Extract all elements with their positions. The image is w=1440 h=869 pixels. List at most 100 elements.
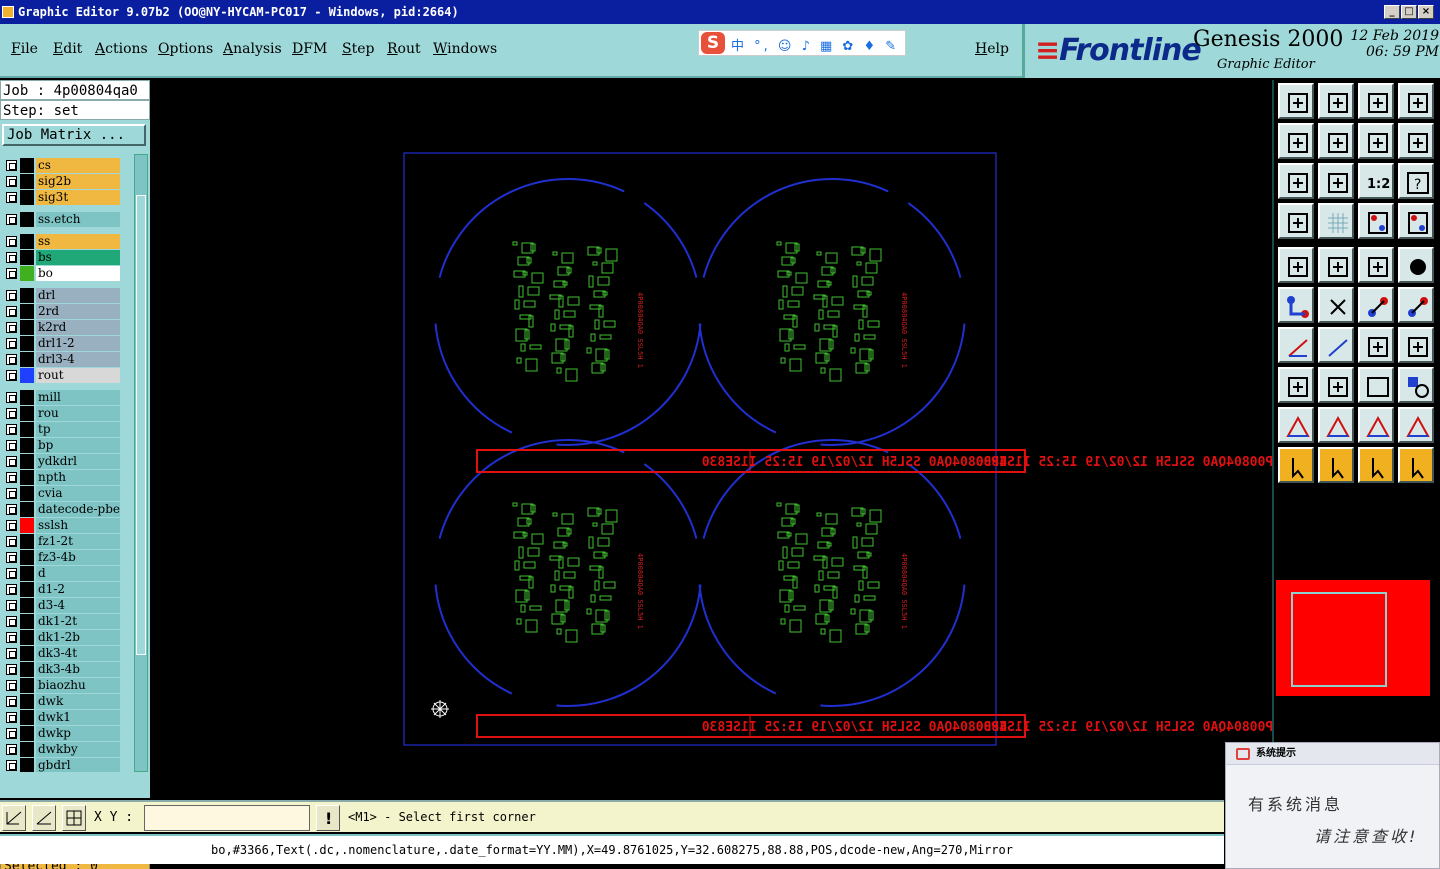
layer-color-swatch[interactable] (20, 336, 34, 351)
layer-checkbox[interactable] (6, 712, 17, 723)
menu-help[interactable]: Help (975, 41, 1009, 57)
layer-checkbox[interactable] (6, 504, 17, 515)
triangle-fill-icon[interactable] (1358, 407, 1394, 443)
layer-checkbox[interactable] (6, 192, 17, 203)
layer-name[interactable]: datecode-pbe (36, 502, 120, 517)
layer-name[interactable]: fz3-4b (36, 550, 120, 565)
layer-name[interactable]: sig3t (36, 190, 120, 205)
layer-row-d[interactable]: d (2, 566, 120, 581)
minimize-button[interactable]: _ (1384, 5, 1400, 19)
layer-row-dwk1[interactable]: dwk1 (2, 710, 120, 725)
layer-checkbox[interactable] (6, 392, 17, 403)
measure-button[interactable] (32, 805, 56, 831)
zoom-1to2-icon[interactable]: 1:2 (1358, 163, 1394, 199)
scrollbar-thumb[interactable] (136, 195, 146, 655)
layer-color-swatch[interactable] (20, 678, 34, 693)
layer-name[interactable]: k2rd (36, 320, 120, 335)
undo-zoom-icon[interactable] (1358, 123, 1394, 159)
layer-color-swatch[interactable] (20, 422, 34, 437)
triangle-icon[interactable] (1278, 407, 1314, 443)
feature-edit-icon[interactable] (1318, 247, 1354, 283)
layer-row-sslsh[interactable]: sslsh (2, 518, 120, 533)
layer-color-swatch[interactable] (20, 438, 34, 453)
layer-row-dk3-4b[interactable]: dk3-4b (2, 662, 120, 677)
select-chain-icon[interactable] (1398, 447, 1434, 483)
layer-row-dwkby[interactable]: dwkby (2, 742, 120, 757)
grid-icon[interactable] (1318, 203, 1354, 239)
layer-checkbox[interactable] (6, 488, 17, 499)
layer-row-ss[interactable]: ss (2, 234, 120, 249)
snap-red-icon[interactable] (1358, 203, 1394, 239)
layer-color-swatch[interactable] (20, 566, 34, 581)
feature-highlight-icon[interactable] (1278, 247, 1314, 283)
layer-row-cs[interactable]: cs (2, 158, 120, 173)
layer-color-swatch[interactable] (20, 502, 34, 517)
layer-row-bp[interactable]: bp (2, 438, 120, 453)
layer-checkbox[interactable] (6, 424, 17, 435)
layer-row-sig2b[interactable]: sig2b (2, 174, 120, 189)
menu-edit[interactable]: Edit (53, 41, 82, 57)
menu-file[interactable]: File (11, 41, 38, 57)
zoom-fit-icon[interactable] (1358, 83, 1394, 119)
layer-row-tp[interactable]: tp (2, 422, 120, 437)
layer-checkbox[interactable] (6, 268, 17, 279)
xy-input[interactable] (144, 805, 310, 831)
layer-color-swatch[interactable] (20, 352, 34, 367)
layer-row-datecode-pbe[interactable]: datecode-pbe (2, 502, 120, 517)
layer-row-sig3t[interactable]: sig3t (2, 190, 120, 205)
layer-row-rou[interactable]: rou (2, 406, 120, 421)
layer-name[interactable]: npth (36, 470, 120, 485)
close-button[interactable]: × (1418, 5, 1434, 19)
layer-checkbox[interactable] (6, 728, 17, 739)
layer-color-swatch[interactable] (20, 646, 34, 661)
shapes-icon[interactable] (1398, 367, 1434, 403)
layer-checkbox[interactable] (6, 664, 17, 675)
layer-color-swatch[interactable] (20, 320, 34, 335)
triangle-arc-icon[interactable] (1398, 407, 1434, 443)
layer-color-swatch[interactable] (20, 190, 34, 205)
layer-name[interactable]: dwkby (36, 742, 120, 757)
layer-color-swatch[interactable] (20, 662, 34, 677)
layer-row-drl[interactable]: drl (2, 288, 120, 303)
layer-checkbox[interactable] (6, 370, 17, 381)
layer-checkbox[interactable] (6, 290, 17, 301)
menu-options[interactable]: Options (158, 41, 213, 57)
layer-scrollbar[interactable] (134, 154, 148, 772)
job-matrix-button[interactable]: Job Matrix ... (2, 124, 146, 146)
layer-color-swatch[interactable] (20, 454, 34, 469)
measure-icon[interactable] (1278, 203, 1314, 239)
layer-checkbox[interactable] (6, 680, 17, 691)
select-icon[interactable] (1278, 447, 1314, 483)
layer-color-swatch[interactable] (20, 710, 34, 725)
layer-row-cvia[interactable]: cvia (2, 486, 120, 501)
layer-row-ydkdrl[interactable]: ydkdrl (2, 454, 120, 469)
layer-name[interactable]: drl1-2 (36, 336, 120, 351)
layer-name[interactable]: cvia (36, 486, 120, 501)
graphic-canvas[interactable]: 4P00804QA0 SSL5H 1 4P00804QA0 SSL5H 1 4P00… (152, 80, 1272, 798)
layer-name[interactable]: 2rd (36, 304, 120, 319)
overview-viewport[interactable] (1291, 592, 1387, 687)
layer-row-dk1-2b[interactable]: dk1-2b (2, 630, 120, 645)
menu-actions[interactable]: Actions (95, 41, 148, 57)
layer-checkbox[interactable] (6, 616, 17, 627)
arc-icon[interactable] (1358, 327, 1394, 363)
layer-color-swatch[interactable] (20, 470, 34, 485)
layer-row-2rd[interactable]: 2rd (2, 304, 120, 319)
layer-color-swatch[interactable] (20, 598, 34, 613)
layer-name[interactable]: fz1-2t (36, 534, 120, 549)
ruler-icon[interactable] (1358, 247, 1394, 283)
layer-color-swatch[interactable] (20, 518, 34, 533)
layer-name[interactable]: gbdrl (36, 758, 120, 772)
layer-checkbox[interactable] (6, 214, 17, 225)
pan-right-icon[interactable] (1318, 123, 1354, 159)
fit-profile-icon[interactable] (1318, 163, 1354, 199)
layer-row-d3-4[interactable]: d3-4 (2, 598, 120, 613)
connect-icon[interactable] (1278, 287, 1314, 323)
layer-checkbox[interactable] (6, 338, 17, 349)
layer-name[interactable]: dwk1 (36, 710, 120, 725)
layer-checkbox[interactable] (6, 552, 17, 563)
layer-name[interactable]: drl3-4 (36, 352, 120, 367)
zoom-home-icon[interactable] (1278, 83, 1314, 119)
layer-row-drl3-4[interactable]: drl3-4 (2, 352, 120, 367)
layer-name[interactable]: bp (36, 438, 120, 453)
